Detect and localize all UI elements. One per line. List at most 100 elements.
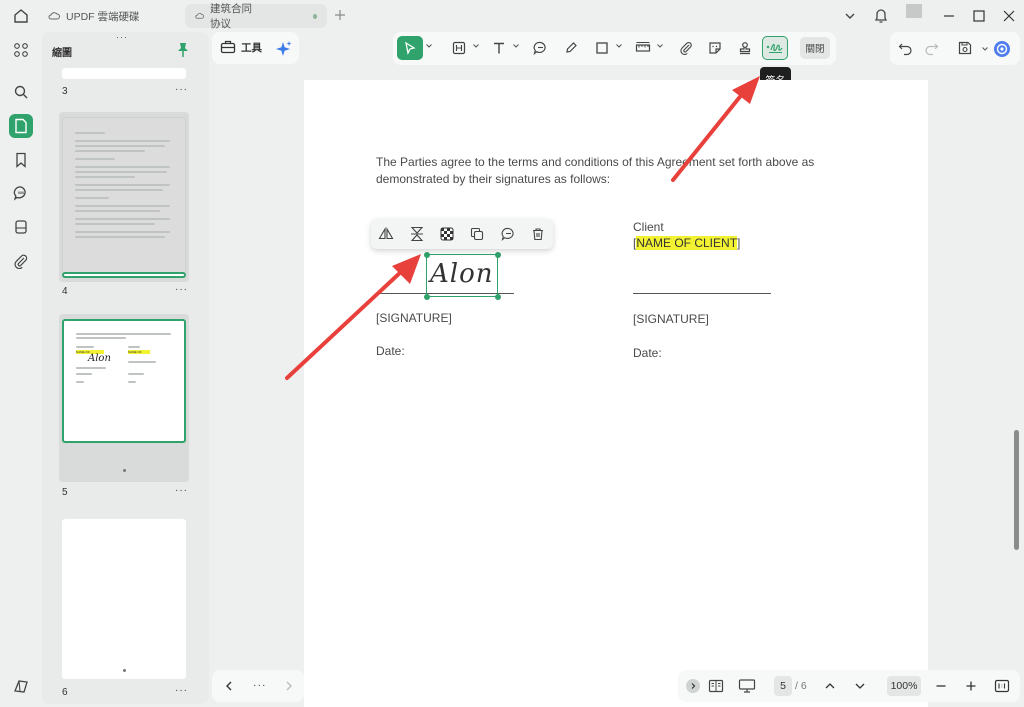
layers-icon xyxy=(14,680,28,693)
thumbnail-page-3[interactable] xyxy=(62,68,186,79)
storage-button[interactable] xyxy=(9,215,33,239)
page-layout-button[interactable] xyxy=(708,678,724,694)
attachment-tool-button[interactable] xyxy=(673,36,699,60)
chevron-down-icon[interactable] xyxy=(513,44,519,48)
pin-button[interactable] xyxy=(176,42,190,58)
tab-label: 建筑合同协议 xyxy=(210,3,252,30)
text-box-tool-button[interactable] xyxy=(446,36,472,60)
previous-button[interactable] xyxy=(222,679,236,693)
redo-button[interactable] xyxy=(924,41,939,56)
document-page[interactable]: The Parties agree to the terms and condi… xyxy=(304,80,928,707)
page-more-button[interactable]: ··· xyxy=(175,685,188,696)
page-more-button[interactable]: ··· xyxy=(175,485,188,496)
close-window-button[interactable] xyxy=(1001,8,1017,24)
delete-button[interactable] xyxy=(528,224,548,244)
actual-size-button[interactable] xyxy=(994,678,1010,694)
redo-icon xyxy=(925,43,939,56)
tab-cloud-drive[interactable]: UPDF 雲端硬碟 xyxy=(38,4,178,28)
chevron-up-icon xyxy=(825,683,835,689)
stamp-tool-button[interactable] xyxy=(732,36,758,60)
plus-icon xyxy=(966,681,976,691)
sticker-tool-button[interactable] xyxy=(702,36,728,60)
panel-drag-handle[interactable]: ··· xyxy=(116,32,128,42)
comment-tool-button[interactable] xyxy=(527,36,553,60)
current-page-input[interactable]: 5 xyxy=(774,676,792,696)
present-button[interactable] xyxy=(738,678,756,694)
vertical-scrollbar[interactable] xyxy=(1014,430,1019,550)
thumbnail-page-5[interactable]: NAME OF CONTRACTOR NAME OF CLIENT Alon xyxy=(62,319,186,443)
save-button[interactable] xyxy=(957,40,973,56)
shape-tool-button[interactable] xyxy=(589,36,615,60)
notification-button[interactable] xyxy=(873,7,889,25)
zoom-out-button[interactable] xyxy=(934,679,948,693)
grid-icon xyxy=(14,43,28,57)
duplicate-button[interactable] xyxy=(467,224,487,244)
annotation-mini-toolbar xyxy=(371,219,553,249)
chevron-down-icon[interactable] xyxy=(473,44,479,48)
zoom-in-button[interactable] xyxy=(964,679,978,693)
select-tool-button[interactable] xyxy=(397,36,423,60)
resize-handle[interactable] xyxy=(495,294,501,300)
save-icon xyxy=(958,41,972,55)
client-name-field[interactable]: [NAME OF CLIENT] xyxy=(633,235,740,251)
page-down-button[interactable] xyxy=(853,679,867,693)
resize-handle[interactable] xyxy=(424,294,430,300)
search-button[interactable] xyxy=(9,80,33,104)
view-controls-panel: 5 / 6 100% xyxy=(678,670,1020,702)
agreement-paragraph-line-1: The Parties agree to the terms and condi… xyxy=(376,155,815,169)
cursor-icon xyxy=(405,41,416,55)
resize-handle[interactable] xyxy=(495,252,501,258)
minimize-button[interactable] xyxy=(941,8,957,24)
close-toolbar-button[interactable]: 關閉 xyxy=(800,37,830,59)
measure-tool-button[interactable] xyxy=(630,36,656,60)
signature-annotation[interactable]: Alon xyxy=(424,252,501,300)
tab-list-button[interactable] xyxy=(843,9,857,23)
chevron-down-icon[interactable] xyxy=(426,44,432,48)
ai-assistant-button[interactable] xyxy=(275,40,293,58)
thumbnails-button[interactable] xyxy=(9,114,33,138)
next-button[interactable] xyxy=(282,679,296,693)
attachments-button[interactable] xyxy=(9,249,33,273)
page-more-button[interactable]: ··· xyxy=(175,284,188,295)
text-tool-button[interactable] xyxy=(486,36,512,60)
comments-button[interactable] xyxy=(9,181,33,205)
flip-vertical-icon xyxy=(410,226,424,242)
thumbnail-page-4[interactable] xyxy=(62,117,186,277)
zoom-input[interactable]: 100% xyxy=(887,676,921,696)
expand-button[interactable] xyxy=(686,679,700,693)
ruler-icon xyxy=(635,42,651,52)
more-button[interactable]: ··· xyxy=(253,679,267,691)
flip-horizontal-button[interactable] xyxy=(376,224,396,244)
stamp-icon xyxy=(739,42,751,55)
unsaved-dot xyxy=(313,13,317,19)
apps-button[interactable] xyxy=(9,38,33,62)
add-comment-button[interactable] xyxy=(498,224,518,244)
undo-button[interactable] xyxy=(898,41,913,56)
undo-icon xyxy=(898,43,912,56)
resize-handle[interactable] xyxy=(424,252,430,258)
agreement-paragraph-line-2: demonstrated by their signatures as foll… xyxy=(376,172,611,186)
home-button[interactable] xyxy=(12,7,30,25)
bookmarks-button[interactable] xyxy=(9,148,33,172)
chevron-down-icon[interactable] xyxy=(982,47,988,51)
tab-document[interactable]: 建筑合同协议 xyxy=(185,3,327,30)
new-tab-button[interactable] xyxy=(333,8,347,22)
page-more-button[interactable]: ··· xyxy=(175,84,188,95)
reader-mode-button[interactable] xyxy=(9,674,33,698)
annotation-toolbar: 關閉 xyxy=(393,32,836,65)
pencil-tool-button[interactable] xyxy=(558,36,584,60)
bell-icon xyxy=(874,9,888,23)
tools-button[interactable]: 工具 xyxy=(220,39,262,55)
maximize-button[interactable] xyxy=(971,8,987,24)
upgrade-ai-button[interactable] xyxy=(993,40,1011,58)
minimize-icon xyxy=(944,15,954,17)
chevron-down-icon[interactable] xyxy=(616,44,622,48)
opacity-button[interactable] xyxy=(437,224,457,244)
signature-icon xyxy=(766,43,783,53)
page-up-button[interactable] xyxy=(823,679,837,693)
thumbnail-page-6[interactable] xyxy=(62,519,186,679)
flip-vertical-button[interactable] xyxy=(407,224,427,244)
avatar[interactable] xyxy=(906,4,922,18)
signature-tool-button[interactable] xyxy=(762,36,788,60)
chevron-down-icon[interactable] xyxy=(657,44,663,48)
